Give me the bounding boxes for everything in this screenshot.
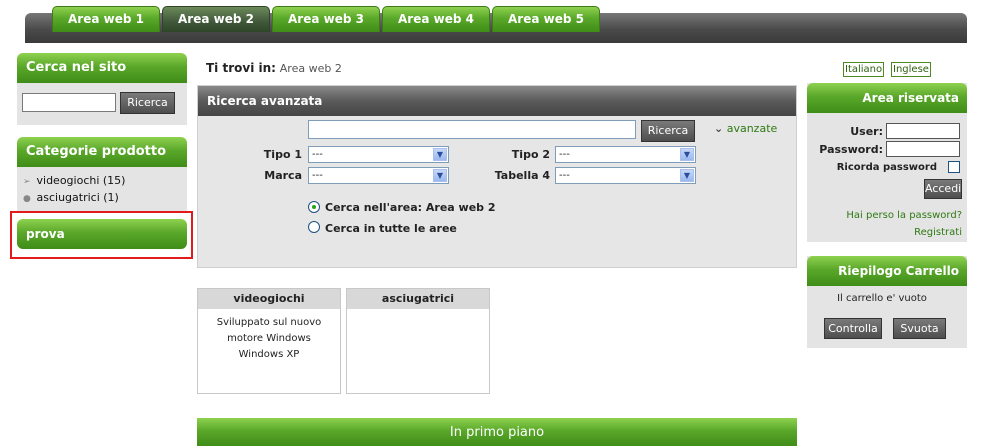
featured-header: In primo piano (197, 418, 797, 446)
breadcrumb-value[interactable]: Area web 2 (280, 62, 342, 75)
tab-area-web-1[interactable]: Area web 1 (52, 6, 160, 32)
marca-value: --- (312, 170, 323, 181)
tipo1-label: Tipo 1 (263, 148, 302, 161)
tab-area-web-3[interactable]: Area web 3 (272, 6, 380, 32)
login-title: Area riservata (807, 83, 967, 113)
password-input[interactable] (886, 141, 960, 157)
site-search-box: Cerca nel sito Ricerca (17, 53, 187, 125)
cart-box: Riepilogo Carrello Il carrello e' vuoto … (807, 256, 967, 348)
product-description (347, 309, 489, 321)
product-title: asciugatrici (347, 289, 489, 309)
advanced-search-button[interactable]: Ricerca (641, 120, 695, 142)
user-label: User: (850, 125, 883, 138)
product-card-asciugatrici[interactable]: asciugatrici (346, 288, 490, 394)
chevron-down-icon: ▼ (433, 148, 447, 161)
category-label: videogiochi (15) (36, 174, 126, 187)
category-item-asciugatrici[interactable]: ● asciugatrici (1) (23, 191, 119, 204)
remember-checkbox[interactable] (948, 161, 960, 173)
scope-radio-all[interactable] (308, 221, 320, 233)
site-search-title: Cerca nel sito (17, 53, 187, 83)
chevron-down-icon: ⌄ (714, 122, 724, 135)
tab-label: Area web 2 (178, 12, 254, 26)
login-button[interactable]: Accedi (924, 179, 962, 199)
register-link[interactable]: Registrati (807, 227, 962, 238)
categories-title: Categorie prodotto (17, 137, 187, 167)
product-card-videogiochi[interactable]: videogiochi Sviluppato sul nuovo motore … (197, 288, 341, 394)
scope-label-all: Cerca in tutte le aree (325, 222, 457, 235)
tab-label: Area web 1 (68, 12, 144, 26)
breadcrumb: Ti trovi in: Area web 2 (206, 61, 342, 75)
tab-label: Area web 3 (288, 12, 364, 26)
chevron-down-icon: ▼ (680, 169, 694, 182)
cart-title: Riepilogo Carrello (807, 256, 967, 286)
scope-radio-area[interactable] (308, 201, 320, 213)
advanced-toggle[interactable]: ⌄ avanzate (714, 122, 777, 135)
tabella4-select[interactable]: --- ▼ (555, 167, 696, 184)
tipo2-select[interactable]: --- ▼ (555, 146, 696, 163)
tab-area-web-5[interactable]: Area web 5 (492, 6, 600, 32)
advanced-search-panel: Ricerca avanzata Ricerca ⌄ avanzate Tipo… (197, 85, 797, 268)
password-label: Password: (819, 143, 883, 156)
tipo2-label: Tipo 2 (511, 148, 550, 161)
cart-status: Il carrello e' vuoto (837, 293, 927, 304)
tab-area-web-4[interactable]: Area web 4 (382, 6, 490, 32)
marca-label: Marca (264, 169, 302, 182)
marca-select[interactable]: --- ▼ (308, 167, 449, 184)
categories-box: Categorie prodotto ➢ videogiochi (15) ● … (17, 137, 187, 211)
advanced-search-input[interactable] (308, 120, 636, 139)
chevron-down-icon: ▼ (680, 148, 694, 161)
product-title: videogiochi (198, 289, 340, 309)
cart-check-button[interactable]: Controlla (824, 318, 882, 339)
prova-title: prova (17, 219, 187, 249)
bullet-icon: ● (23, 194, 31, 204)
category-label: asciugatrici (1) (36, 191, 119, 204)
tab-label: Area web 5 (508, 12, 584, 26)
tab-area-web-2[interactable]: Area web 2 (162, 6, 270, 32)
prova-box[interactable]: prova (17, 219, 187, 249)
product-description: Sviluppato sul nuovo motore Windows Wind… (216, 317, 322, 360)
language-link-inglese[interactable]: Inglese (891, 62, 931, 77)
chevron-down-icon: ▼ (433, 169, 447, 182)
cart-empty-button[interactable]: Svuota (893, 318, 946, 339)
scope-label-area: Cerca nell'area: Area web 2 (325, 201, 496, 214)
tabella4-label: Tabella 4 (494, 169, 550, 182)
remember-label: Ricorda password (836, 162, 937, 173)
site-search-input[interactable] (22, 93, 116, 112)
tab-label: Area web 4 (398, 12, 474, 26)
login-box: Area riservata User: Password: Ricorda p… (807, 83, 967, 242)
advanced-toggle-label: avanzate (726, 122, 778, 135)
advanced-search-title: Ricerca avanzata (198, 86, 796, 116)
tabella4-value: --- (559, 170, 570, 181)
user-input[interactable] (886, 123, 960, 139)
site-search-button[interactable]: Ricerca (120, 92, 175, 114)
category-item-videogiochi[interactable]: ➢ videogiochi (15) (23, 174, 125, 187)
tipo1-value: --- (312, 149, 323, 160)
tipo1-select[interactable]: --- ▼ (308, 146, 449, 163)
lost-password-link[interactable]: Hai perso la password? (807, 210, 962, 221)
breadcrumb-label: Ti trovi in: (206, 61, 276, 75)
tipo2-value: --- (559, 149, 570, 160)
language-link-italiano[interactable]: Italiano (843, 62, 885, 77)
arrow-right-icon: ➢ (23, 177, 31, 187)
